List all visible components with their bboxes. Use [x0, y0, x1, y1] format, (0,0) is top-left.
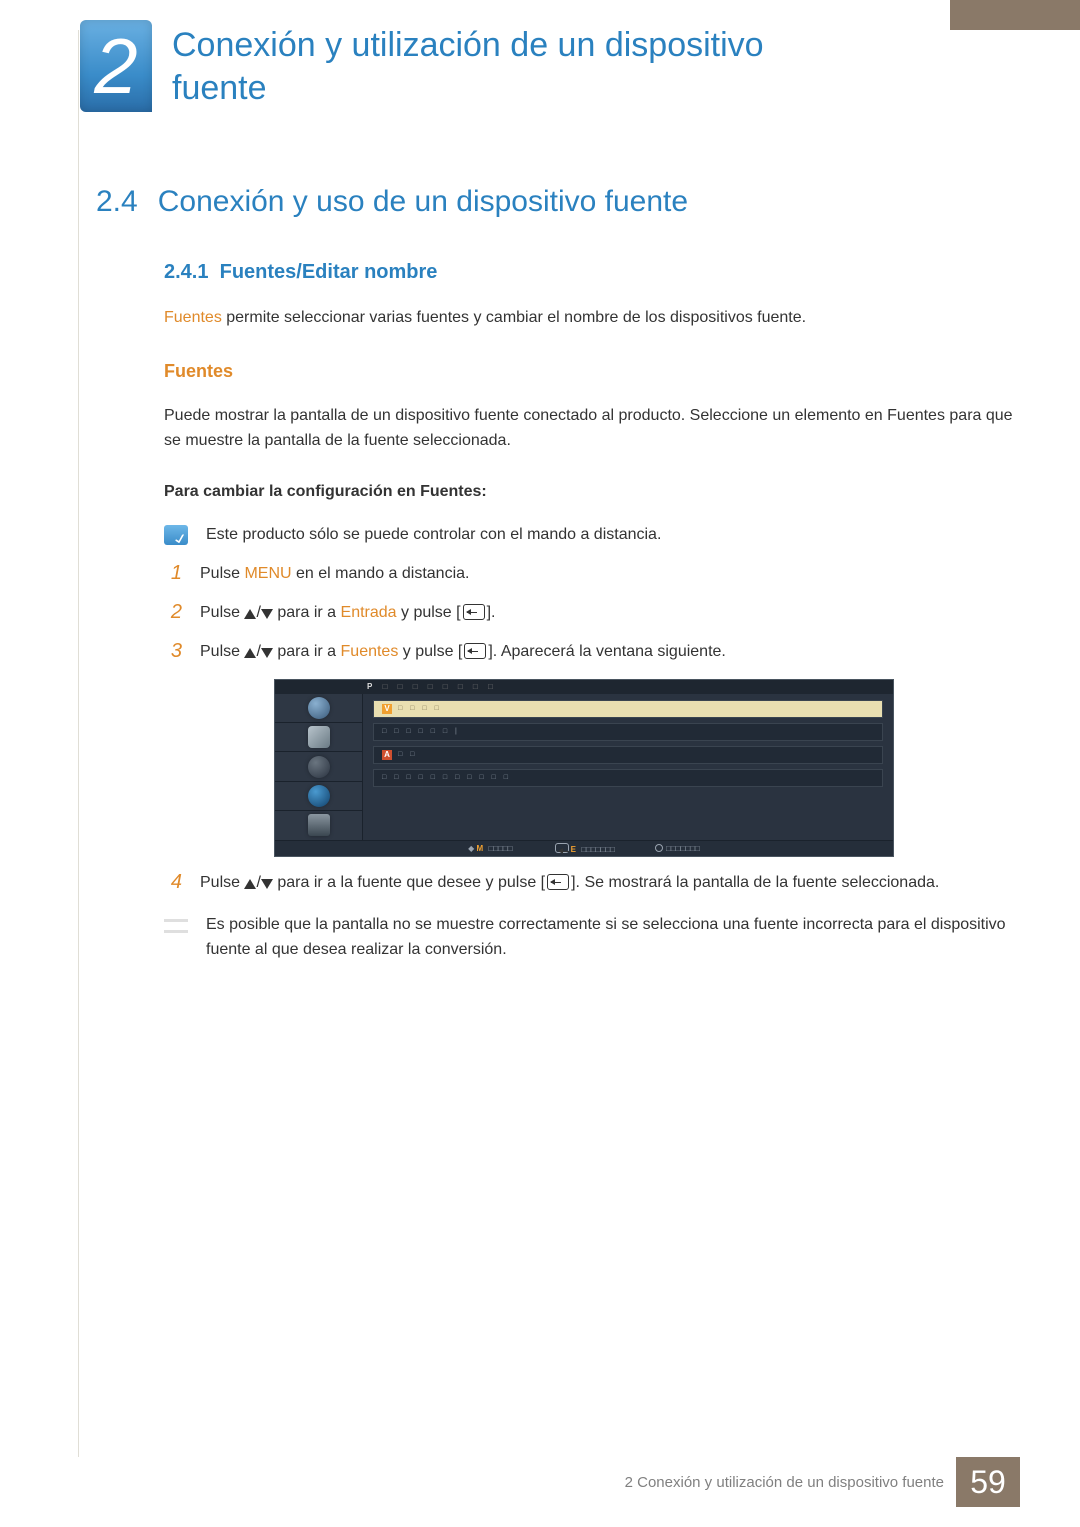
text: en el mando a distancia.: [292, 565, 470, 582]
step-text: Pulse / para ir a Fuentes y pulse []. Ap…: [200, 640, 726, 665]
osd-enter-hint: E □□□□□□□: [553, 843, 615, 854]
osd-sidebar: [275, 694, 363, 840]
text: ]. Se mostrará la pantalla de la fuente …: [571, 874, 939, 891]
note-lines-icon: [164, 919, 188, 933]
warning-text: Es posible que la pantalla no se muestre…: [206, 913, 1020, 963]
down-arrow-icon: [261, 609, 273, 619]
intro-keyword: Fuentes: [164, 309, 222, 326]
step-1: 1 Pulse MENU en el mando a distancia.: [164, 562, 1020, 587]
enter-icon: [464, 643, 486, 659]
step-4: 4 Pulse / para ir a la fuente que desee …: [164, 871, 1020, 896]
text: ].: [487, 604, 496, 621]
osd-move-hint: ◆ M □□□□□: [468, 844, 512, 853]
step-number: 3: [164, 640, 182, 663]
fuentes-keyword: Fuentes: [341, 643, 399, 660]
osd-main-panel: V□ □ □ □ □ □ □ □ □ □ | A□ □ □ □ □ □ □ □ …: [363, 694, 893, 840]
menu-keyword: MENU: [244, 565, 291, 582]
top-accent-band: [950, 0, 1080, 30]
fuentes-paragraph: Puede mostrar la pantalla de un disposit…: [164, 404, 1020, 454]
fuentes-heading: Fuentes: [164, 361, 1020, 382]
fuentes-para-b: Fuentes: [887, 407, 945, 424]
chapter-header: 2 Conexión y utilización de un dispositi…: [80, 20, 822, 112]
down-arrow-icon: [261, 648, 273, 658]
text: para ir a: [273, 643, 341, 660]
osd-side-icon: [275, 752, 362, 781]
intro-rest: permite seleccionar varias fuentes y cam…: [222, 309, 806, 326]
osd-row: □ □ □ □ □ □ □ □ □ □ □: [373, 769, 883, 787]
osd-return-hint: □□□□□□□: [655, 844, 700, 853]
chapter-number-badge: 2: [80, 20, 152, 112]
note-icon: [164, 525, 188, 545]
up-arrow-icon: [244, 648, 256, 658]
steps-list: 1 Pulse MENU en el mando a distancia. 2 …: [164, 562, 1020, 895]
entrada-keyword: Entrada: [341, 604, 397, 621]
osd-screenshot: P □ □ □ □ □ □ □ □ V□ □ □ □ □ □ □ □ □ □ |…: [274, 679, 894, 857]
subsection-heading: 2.4.1 Fuentes/Editar nombre: [164, 261, 1020, 284]
up-arrow-icon: [244, 879, 256, 889]
section-number: 2.4: [96, 185, 138, 219]
text: para ir a la fuente que desee y pulse [: [273, 874, 545, 891]
step-text: Pulse / para ir a Entrada y pulse [].: [200, 601, 495, 626]
text: Pulse: [200, 604, 244, 621]
section-title: Conexión y uso de un dispositivo fuente: [158, 185, 688, 219]
osd-side-icon: [275, 811, 362, 839]
remote-note-text: Este producto sólo se puede controlar co…: [206, 523, 661, 548]
step-3: 3 Pulse / para ir a Fuentes y pulse []. …: [164, 640, 1020, 665]
step-number: 1: [164, 562, 182, 585]
up-arrow-icon: [244, 609, 256, 619]
page-number: 59: [956, 1457, 1020, 1507]
osd-row: A□ □: [373, 746, 883, 764]
text: Pulse: [200, 565, 244, 582]
down-arrow-icon: [261, 879, 273, 889]
osd-bottom-bar: ◆ M □□□□□ E □□□□□□□ □□□□□□□: [275, 840, 893, 856]
page-content: 2.4 Conexión y uso de un dispositivo fue…: [96, 185, 1020, 963]
subsection-number: 2.4.1: [164, 261, 208, 283]
step-text: Pulse MENU en el mando a distancia.: [200, 562, 469, 587]
page-footer: 2 Conexión y utilización de un dispositi…: [0, 1457, 1080, 1507]
osd-side-icon: [275, 694, 362, 723]
text: y pulse [: [397, 604, 461, 621]
enter-icon: [547, 874, 569, 890]
footer-chapter-ref: 2 Conexión y utilización de un dispositi…: [625, 1474, 956, 1491]
text: Pulse: [200, 643, 244, 660]
text: y pulse [: [398, 643, 462, 660]
text: Pulse: [200, 874, 244, 891]
config-heading: Para cambiar la configuración en Fuentes…: [164, 483, 1020, 501]
osd-top-bar: P □ □ □ □ □ □ □ □: [275, 680, 893, 694]
step-number: 2: [164, 601, 182, 624]
text: ]. Aparecerá la ventana siguiente.: [488, 643, 726, 660]
chapter-title: Conexión y utilización de un dispositivo…: [172, 24, 822, 109]
step-text: Pulse / para ir a la fuente que desee y …: [200, 871, 939, 896]
intro-paragraph: Fuentes permite seleccionar varias fuent…: [164, 306, 1020, 331]
enter-icon: [463, 604, 485, 620]
fuentes-para-a: Puede mostrar la pantalla de un disposit…: [164, 407, 887, 424]
remote-note: Este producto sólo se puede controlar co…: [164, 523, 1020, 548]
text: para ir a: [273, 604, 341, 621]
osd-row: □ □ □ □ □ □ |: [373, 723, 883, 741]
left-margin-rule: [78, 30, 79, 1457]
section-heading: 2.4 Conexión y uso de un dispositivo fue…: [96, 185, 1020, 219]
step-number: 4: [164, 871, 182, 894]
osd-top-letter: P: [367, 682, 376, 691]
step-2: 2 Pulse / para ir a Entrada y pulse [].: [164, 601, 1020, 626]
osd-side-icon: [275, 723, 362, 752]
osd-row-selected: V□ □ □ □: [373, 700, 883, 718]
warning-note: Es posible que la pantalla no se muestre…: [164, 913, 1020, 963]
subsection-title: Fuentes/Editar nombre: [220, 261, 438, 283]
osd-side-icon: [275, 782, 362, 811]
